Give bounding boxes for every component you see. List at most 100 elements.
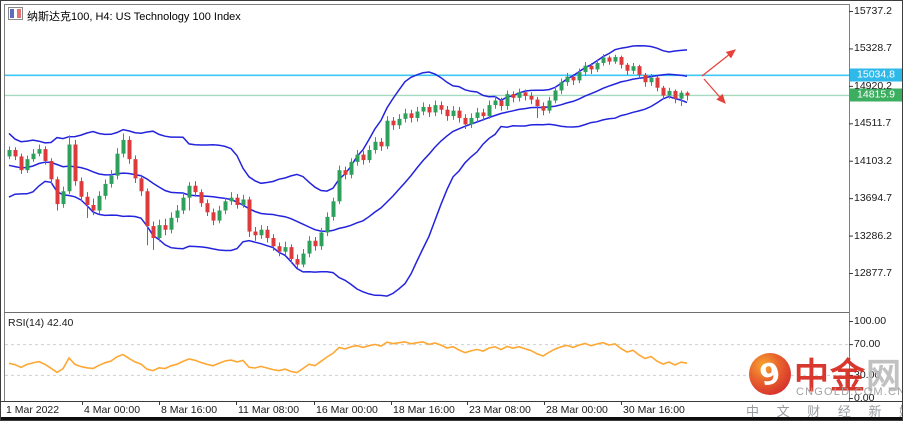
candle [661,87,666,96]
candle [667,90,672,96]
candle [637,66,642,75]
candle [289,247,294,260]
candle [349,161,354,175]
price-axis-label: 12877.7 [854,267,892,279]
bb-lower [8,95,688,297]
candle [193,185,198,193]
candle [253,231,258,236]
candle [361,154,366,161]
candle [319,232,324,247]
candle [409,113,414,118]
candle [451,110,456,117]
candle [427,106,432,113]
candle [493,100,498,106]
cngold-logo-icon: 9 [749,353,791,395]
candle [553,90,558,101]
time-axis-label: 18 Mar 16:00 [393,404,455,416]
candle [565,76,570,83]
candle [109,175,114,184]
candle [397,118,402,126]
candle [589,65,594,70]
candle [541,106,546,111]
price-axis-label: 14511.7 [854,117,892,130]
candle [433,105,438,113]
candle [673,90,678,99]
rsi-line [8,341,688,374]
candle [127,139,132,160]
candle [607,57,612,62]
trading-chart-window: 纳斯达克100, H4: US Technology 100 Index 150… [0,0,903,421]
candle [223,201,228,211]
candle [97,195,102,211]
rsi-indicator-label: RSI(14) 42.40 [8,317,74,329]
candle [379,141,384,147]
candle [685,92,690,96]
candle [229,197,234,202]
price-axis-label: 13286.2 [854,229,892,242]
candle [199,192,204,204]
candle [91,204,96,211]
candle [367,150,372,161]
candle [211,212,216,221]
candle [457,110,462,118]
time-axis-label: 30 Mar 16:00 [623,404,685,416]
candles-layer[interactable] [7,54,690,269]
candle [175,210,180,218]
candle [43,149,48,162]
candle [583,65,588,73]
time-axis-label: 23 Mar 08:00 [469,404,531,416]
candle [181,197,186,211]
candle [529,95,534,100]
candle [619,57,624,65]
symbol-title: 纳斯达克100, H4: US Technology 100 Index [27,11,241,23]
candle [271,237,276,247]
candle [241,199,246,205]
candle [103,183,108,196]
price-axis-label: 13694.7 [854,192,892,205]
time-axis-label: 4 Mar 00:00 [84,404,141,416]
candle [307,240,312,254]
candle [523,92,528,96]
candle [535,99,540,107]
candle [277,246,282,252]
candle [355,154,360,162]
candle [157,225,162,238]
candle [145,191,150,227]
up-arrow-icon [701,49,736,77]
candle [601,57,606,63]
candle [343,170,348,175]
candle [301,253,306,265]
candle [679,92,684,99]
candle [487,105,492,117]
candle [571,76,576,81]
candle [475,112,480,118]
candle [121,139,126,154]
candle [385,120,390,147]
candle [67,144,72,192]
candle [547,100,552,111]
candle [613,57,618,62]
candle [625,64,630,71]
candle [265,229,270,238]
time-axis-label: 11 Mar 08:00 [238,404,300,416]
candle [163,225,168,230]
candle [283,247,288,252]
candle [421,106,426,112]
time-axis-label: 16 Mar 00:00 [316,404,378,416]
candle [79,181,84,197]
candle [13,150,18,157]
bollinger-bands [8,44,688,297]
candle [151,226,156,238]
candle [313,240,318,247]
price-axis-label: 15737.2 [854,5,892,17]
price-axis-label: 14103.2 [854,154,892,167]
candle [415,111,420,118]
candle [259,229,264,236]
candle [73,144,78,182]
candle [187,185,192,198]
brand-domain: CNGOLD.COM.CN [796,386,903,398]
candle [481,112,486,117]
time-axis-label: 1 Mar 2022 [6,404,60,416]
candle [37,149,42,154]
candle [205,203,210,213]
